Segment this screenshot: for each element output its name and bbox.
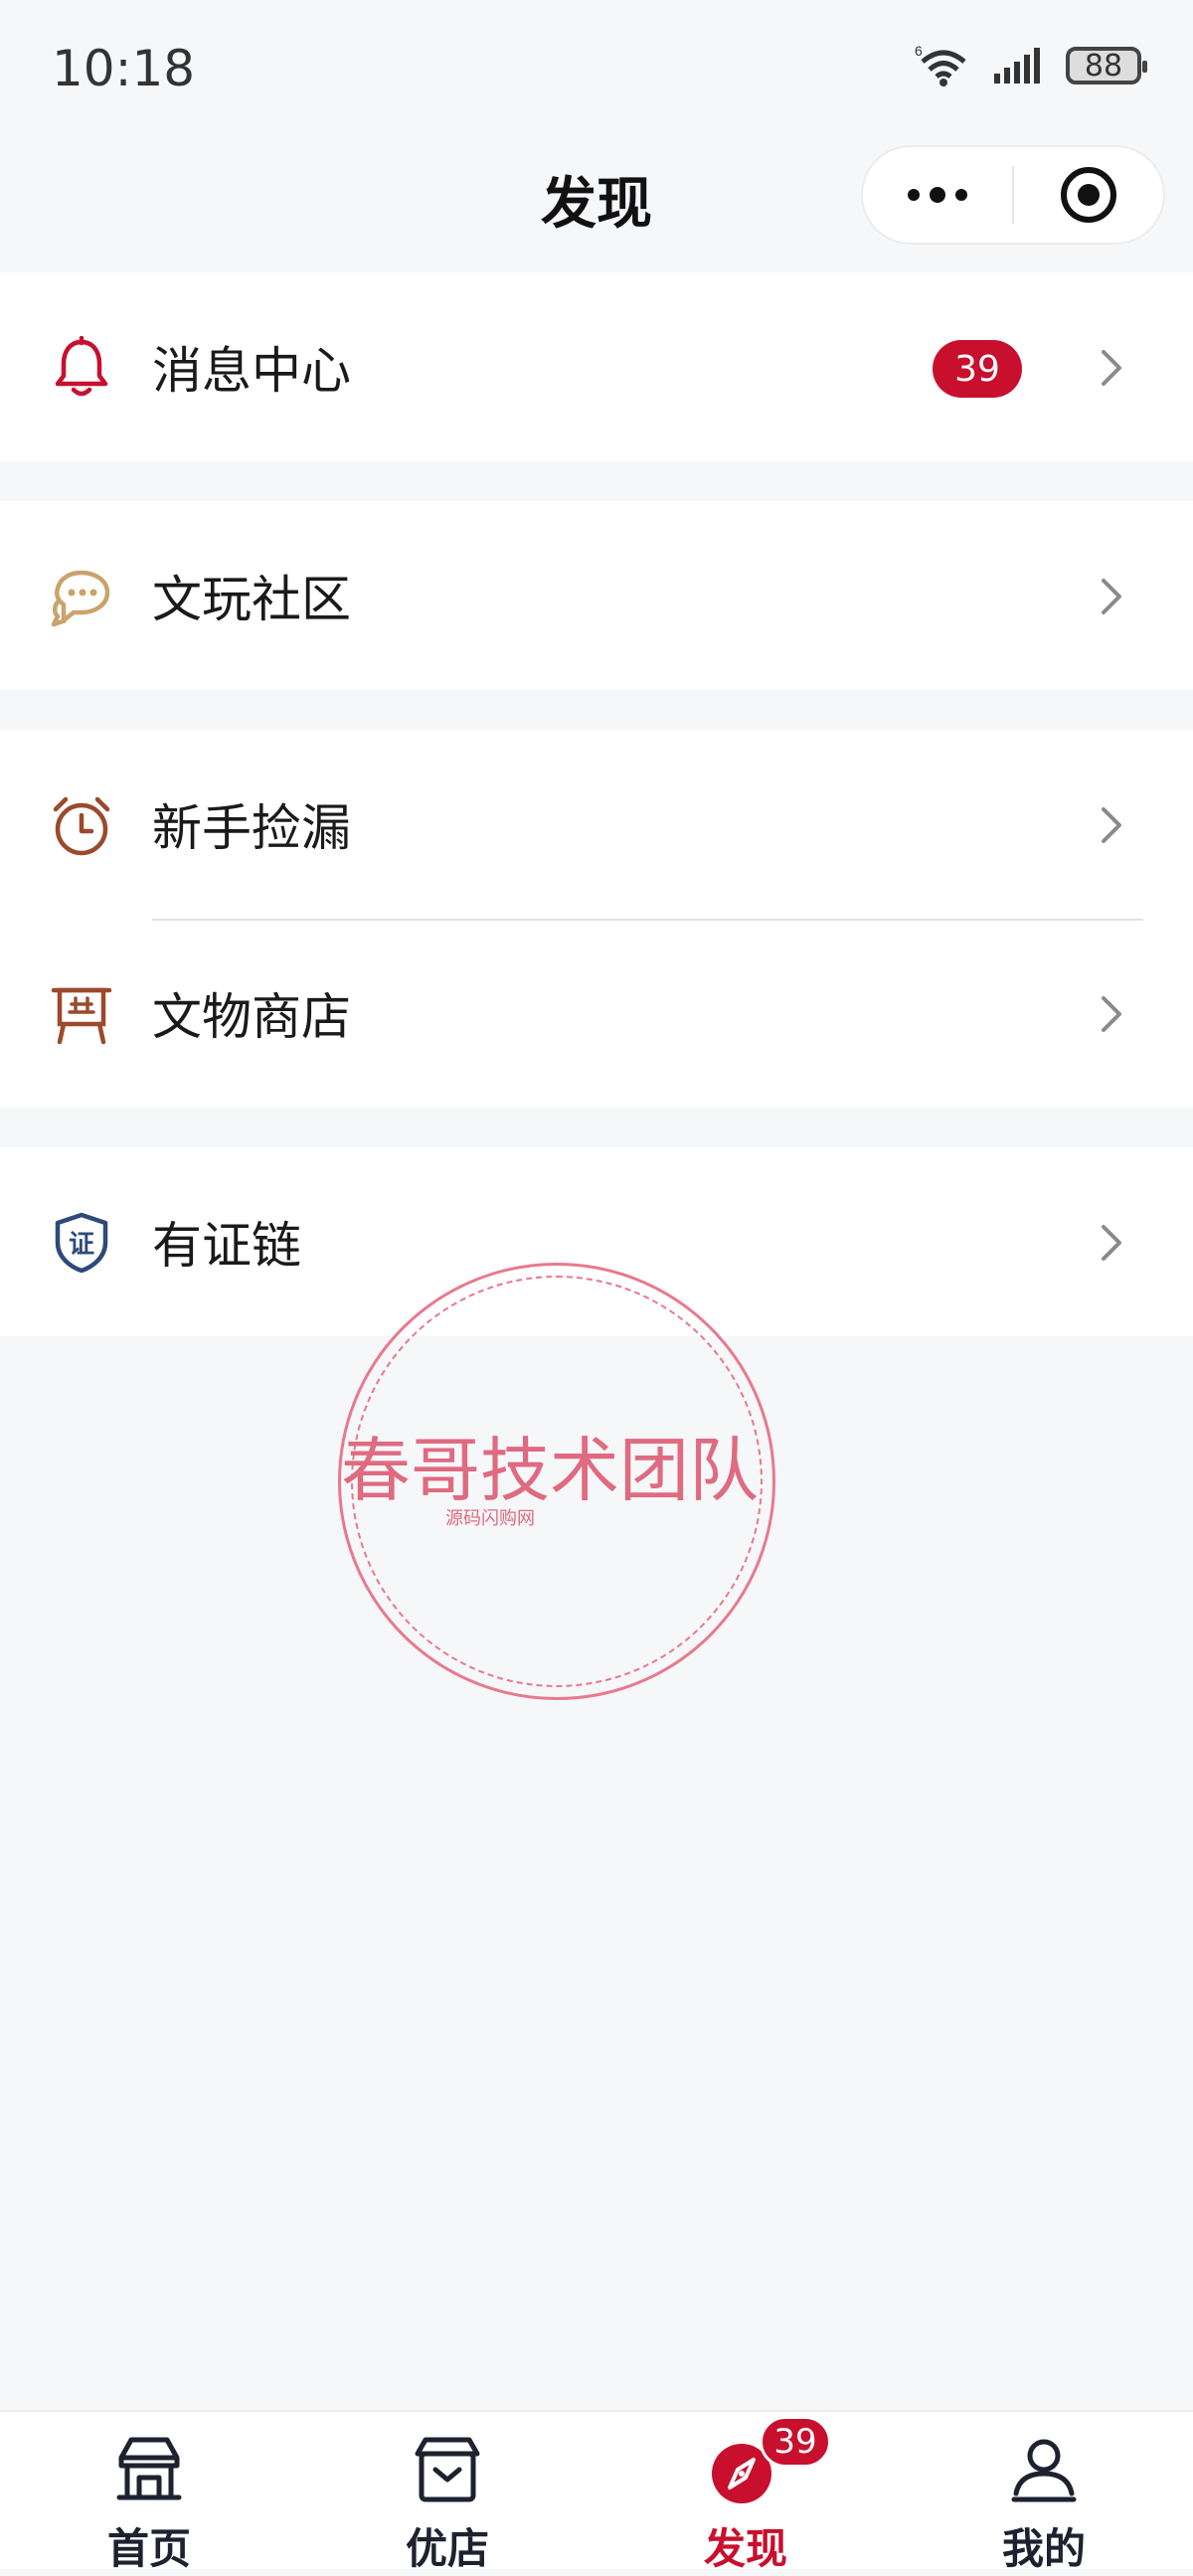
target-icon <box>1061 167 1116 223</box>
tab-badge: 39 <box>760 2416 831 2468</box>
tab-mine[interactable]: 我的 <box>895 2412 1193 2573</box>
tab-store[interactable]: 优店 <box>298 2412 596 2573</box>
menu-item-newbie[interactable]: 新手捡漏 <box>0 730 1193 919</box>
menu-item-label: 消息中心 <box>152 342 351 400</box>
home-icon <box>116 2437 182 2500</box>
menu-item-chain[interactable]: 证 有证链 <box>0 1147 1193 1336</box>
status-icons: 6 88 <box>915 44 1147 87</box>
shop-icon <box>51 987 112 1045</box>
menu-group-trade: 新手捡漏 文物商店 <box>0 730 1193 1108</box>
menu-item-label: 新手捡漏 <box>152 799 351 857</box>
chevron-right-icon <box>1102 350 1121 386</box>
menu-group-community: 文玩社区 <box>0 501 1193 690</box>
menu-group-messages: 消息中心 39 <box>0 272 1193 461</box>
chevron-right-icon <box>1102 579 1121 614</box>
more-icon <box>908 187 967 203</box>
wifi-icon: 6 <box>915 44 966 86</box>
tab-discover[interactable]: 39 发现 <box>596 2412 895 2573</box>
menu-item-label: 有证链 <box>152 1217 301 1275</box>
menu-item-label: 文物商店 <box>152 988 351 1046</box>
battery-icon: 88 <box>1066 47 1147 85</box>
close-button[interactable] <box>1014 147 1163 243</box>
watermark-subtitle: 源码闪购网 <box>445 1508 535 1529</box>
menu-item-label: 文玩社区 <box>152 571 351 628</box>
alarm-clock-icon <box>53 796 110 856</box>
menu-item-message-center[interactable]: 消息中心 39 <box>0 272 1193 461</box>
chevron-right-icon <box>1102 1225 1121 1261</box>
svg-text:证: 证 <box>69 1230 94 1260</box>
network-label: 6 <box>915 44 923 59</box>
chevron-right-icon <box>1102 807 1121 843</box>
status-bar: 10:18 6 88 <box>0 0 1193 139</box>
message-badge: 39 <box>933 340 1022 398</box>
status-time: 10:18 <box>52 40 196 97</box>
chevron-right-icon <box>1102 996 1121 1032</box>
menu-group-chain: 证 有证链 <box>0 1147 1193 1336</box>
menu-item-community[interactable]: 文玩社区 <box>0 501 1193 690</box>
watermark-title: 春哥技术团队 <box>341 1430 759 1511</box>
shield-certificate-icon: 证 <box>55 1212 108 1274</box>
store-icon <box>415 2437 480 2502</box>
battery-level: 88 <box>1084 48 1123 84</box>
more-button[interactable] <box>863 147 1012 243</box>
tab-home[interactable]: 首页 <box>0 2412 298 2573</box>
miniprogram-capsule <box>861 145 1165 245</box>
signal-icon <box>994 48 1040 84</box>
chat-bubble-icon <box>51 570 110 627</box>
user-icon <box>1011 2439 1077 2502</box>
bell-icon <box>55 336 108 397</box>
menu-item-shop[interactable]: 文物商店 <box>0 919 1193 1108</box>
tab-bar: 首页 优店 39 发现 我的 <box>0 2410 1193 2573</box>
